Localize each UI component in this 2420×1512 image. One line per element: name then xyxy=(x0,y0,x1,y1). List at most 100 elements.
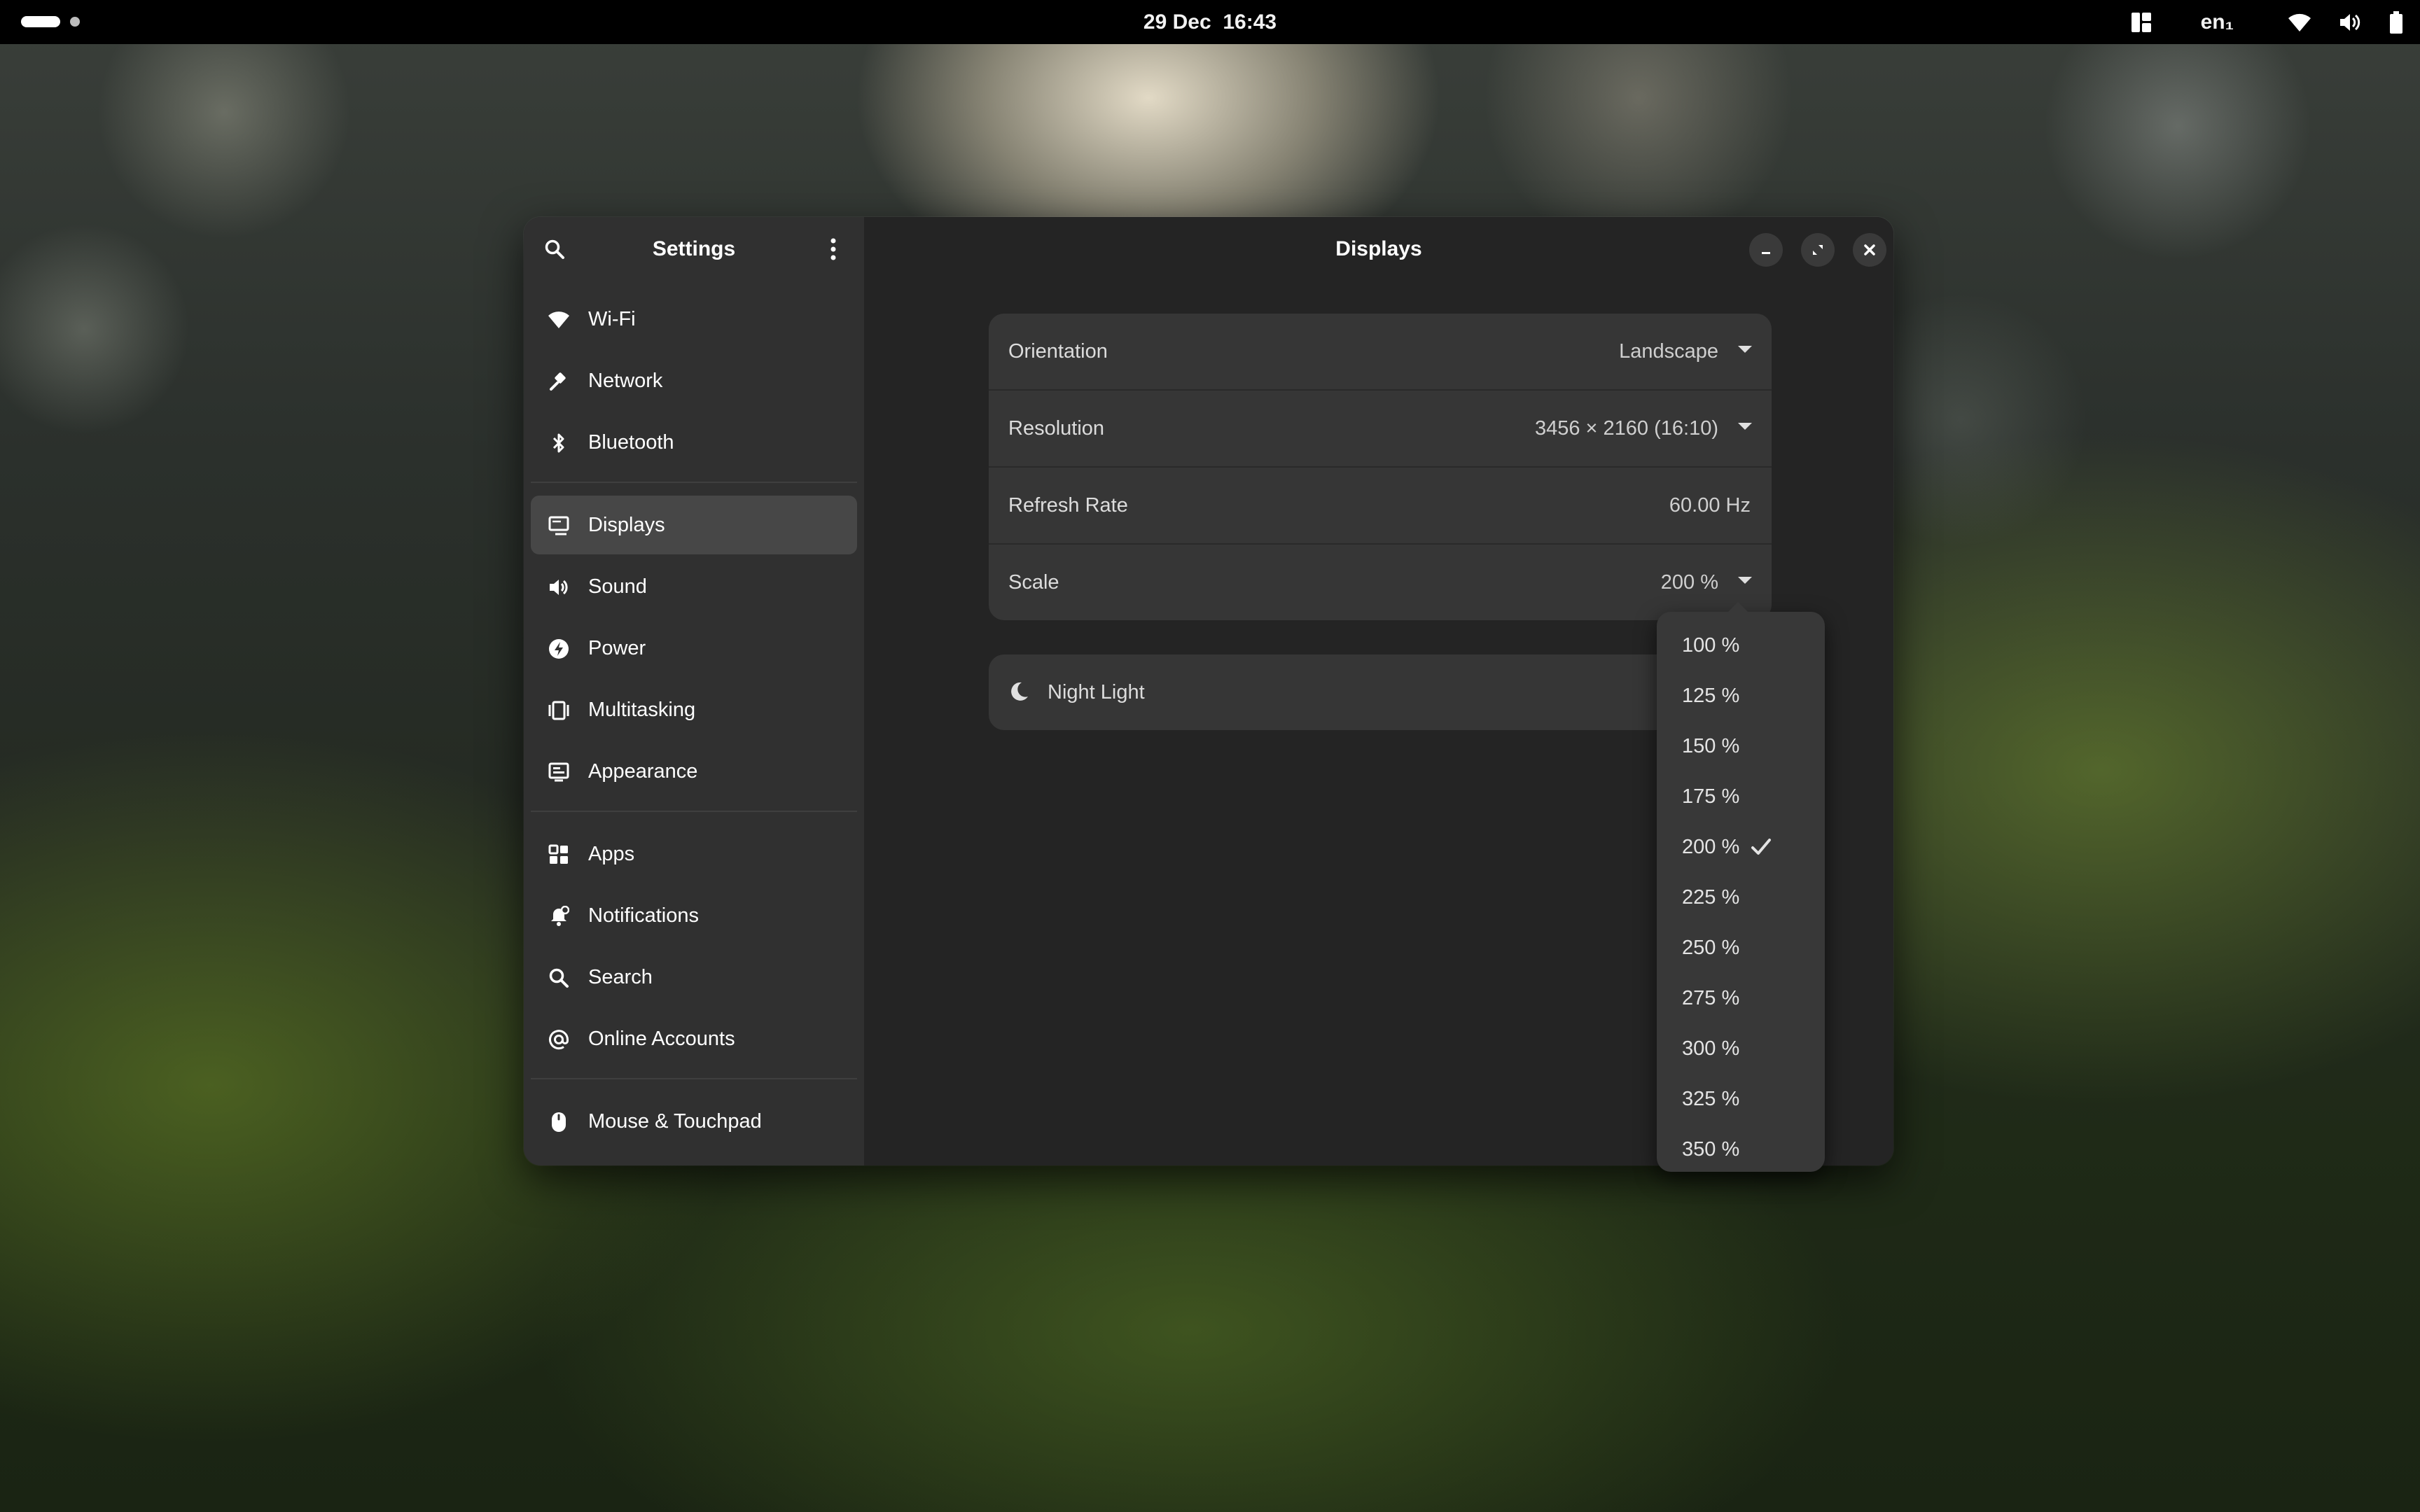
scale-option-label: 175 % xyxy=(1682,785,1740,808)
sidebar-item-online-accounts[interactable]: Online Accounts xyxy=(531,1009,857,1068)
top-bar: 29 Dec 16:43 en₁ xyxy=(0,0,2420,44)
network-icon xyxy=(548,370,570,393)
sidebar-item-label: Appearance xyxy=(588,760,698,783)
maximize-button[interactable] xyxy=(1801,233,1835,267)
page-title: Displays xyxy=(1335,237,1422,260)
scale-label: Scale xyxy=(1008,571,1059,594)
speaker-icon xyxy=(548,576,570,598)
sidebar: Settings Wi-Fi Network Bluetooth Display xyxy=(524,217,864,1166)
scale-option-label: 325 % xyxy=(1682,1088,1740,1110)
scale-option-label: 275 % xyxy=(1682,987,1740,1009)
sidebar-separator xyxy=(531,1078,857,1079)
scale-option[interactable]: 225 % xyxy=(1657,872,1825,923)
mouse-icon xyxy=(548,1111,570,1133)
search-icon xyxy=(548,967,570,989)
close-icon xyxy=(1864,244,1875,255)
sidebar-item-apps[interactable]: Apps xyxy=(531,825,857,883)
sidebar-item-label: Multitasking xyxy=(588,698,696,721)
sidebar-list: Wi-Fi Network Bluetooth Displays Sound P… xyxy=(531,290,857,1154)
clock-date: 29 Dec xyxy=(1143,10,1211,34)
scale-option-label: 200 % xyxy=(1682,836,1740,858)
scale-option-label: 125 % xyxy=(1682,685,1740,707)
sidebar-item-mouse-touchpad[interactable]: Mouse & Touchpad xyxy=(531,1092,857,1151)
scale-option[interactable]: 250 % xyxy=(1657,923,1825,973)
scale-dropdown-popover: 100 % 125 % 150 % 175 % 200 % 225 % 250 … xyxy=(1657,602,1825,1175)
scale-option[interactable]: 150 % xyxy=(1657,721,1825,771)
close-button[interactable] xyxy=(1853,233,1886,267)
sidebar-header: Settings xyxy=(524,217,864,281)
scale-option-label: 150 % xyxy=(1682,735,1740,757)
sidebar-item-search[interactable]: Search xyxy=(531,948,857,1007)
scale-option[interactable]: 275 % xyxy=(1657,973,1825,1023)
orientation-label: Orientation xyxy=(1008,340,1108,363)
display-settings-card: Orientation Landscape Resolution 3456 × … xyxy=(989,314,1772,620)
sidebar-item-bluetooth[interactable]: Bluetooth xyxy=(531,413,857,472)
appearance-icon xyxy=(548,761,570,783)
refresh-rate-label: Refresh Rate xyxy=(1008,494,1128,517)
checkmark-icon xyxy=(1751,839,1771,855)
multitasking-icon xyxy=(548,699,570,722)
workspace-indicator-active xyxy=(21,16,60,27)
scale-option-label: 300 % xyxy=(1682,1037,1740,1060)
clock[interactable]: 29 Dec 16:43 xyxy=(0,0,2420,44)
scale-option[interactable]: 350 % xyxy=(1657,1124,1825,1175)
resolution-row[interactable]: Resolution 3456 × 2160 (16:10) xyxy=(989,391,1772,468)
battery-icon[interactable] xyxy=(2389,10,2403,34)
bluetooth-icon xyxy=(548,432,570,454)
dropdown-arrow-icon xyxy=(1738,346,1752,353)
sidebar-item-label: Search xyxy=(588,965,653,988)
sidebar-item-label: Online Accounts xyxy=(588,1027,735,1050)
volume-icon[interactable] xyxy=(2339,12,2361,33)
sidebar-item-label: Apps xyxy=(588,842,635,865)
sidebar-item-label: Displays xyxy=(588,513,665,536)
sidebar-separator xyxy=(531,482,857,483)
scale-option-label: 225 % xyxy=(1682,886,1740,909)
scale-value: 200 % xyxy=(1660,571,1718,594)
notifications-icon xyxy=(548,905,570,927)
scale-option[interactable]: 125 % xyxy=(1657,671,1825,721)
power-icon xyxy=(548,638,570,660)
scale-option[interactable]: 300 % xyxy=(1657,1023,1825,1074)
refresh-rate-value: 60.00 Hz xyxy=(1669,494,1751,517)
clock-time: 16:43 xyxy=(1223,10,1277,34)
sidebar-item-label: Bluetooth xyxy=(588,430,674,454)
sidebar-item-wifi[interactable]: Wi-Fi xyxy=(531,290,857,349)
sidebar-item-displays[interactable]: Displays xyxy=(531,496,857,554)
scale-option-selected[interactable]: 200 % xyxy=(1657,822,1825,872)
system-tray[interactable]: en₁ xyxy=(2131,0,2403,44)
main-menu-button[interactable] xyxy=(814,230,853,269)
orientation-row[interactable]: Orientation Landscape xyxy=(989,314,1772,391)
dropdown-arrow-icon xyxy=(1738,577,1752,584)
sidebar-item-label: Wi-Fi xyxy=(588,307,636,330)
sidebar-item-network[interactable]: Network xyxy=(531,351,857,410)
sidebar-item-power[interactable]: Power xyxy=(531,619,857,678)
scale-option[interactable]: 175 % xyxy=(1657,771,1825,822)
wifi-icon[interactable] xyxy=(2288,13,2311,31)
scale-option[interactable]: 325 % xyxy=(1657,1074,1825,1124)
sidebar-item-appearance[interactable]: Appearance xyxy=(531,742,857,801)
resolution-label: Resolution xyxy=(1008,417,1105,440)
tiling-layout-icon[interactable] xyxy=(2131,12,2152,33)
maximize-icon xyxy=(1813,245,1823,255)
sidebar-item-label: Power xyxy=(588,636,646,659)
dropdown-arrow-icon xyxy=(1738,423,1752,430)
sidebar-item-multitasking[interactable]: Multitasking xyxy=(531,680,857,739)
sidebar-item-sound[interactable]: Sound xyxy=(531,557,857,616)
scale-option[interactable]: 100 % xyxy=(1657,620,1825,671)
scale-row[interactable]: Scale 200 % xyxy=(989,545,1772,620)
sidebar-item-label: Sound xyxy=(588,575,647,598)
wifi-icon xyxy=(548,309,570,331)
orientation-value: Landscape xyxy=(1619,340,1718,363)
minimize-icon xyxy=(1762,252,1770,254)
kebab-menu-icon xyxy=(830,238,836,260)
sidebar-item-label: Notifications xyxy=(588,904,699,927)
minimize-button[interactable] xyxy=(1749,233,1783,267)
sidebar-item-notifications[interactable]: Notifications xyxy=(531,886,857,945)
resolution-value: 3456 × 2160 (16:10) xyxy=(1534,417,1718,440)
keyboard-layout-indicator[interactable]: en₁ xyxy=(2201,10,2234,34)
sidebar-separator xyxy=(531,811,857,812)
night-light-row[interactable]: Night Light xyxy=(989,654,1772,730)
activities-button[interactable] xyxy=(21,16,80,27)
refresh-rate-row: Refresh Rate 60.00 Hz xyxy=(989,468,1772,545)
night-light-label: Night Light xyxy=(1048,681,1145,704)
